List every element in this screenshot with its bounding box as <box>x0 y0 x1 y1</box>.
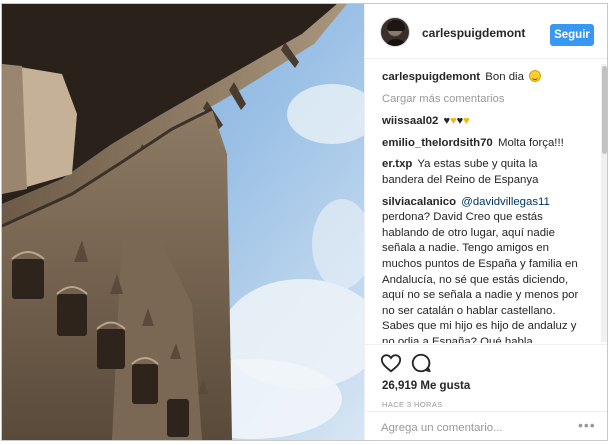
comment-mention[interactable]: @davidvillegas11 <box>461 196 550 208</box>
comment-username[interactable]: er.txp <box>382 158 412 170</box>
caption: carlespuigdemont Bon dia <box>382 70 582 86</box>
smile-emoji-icon <box>529 70 542 82</box>
comments-list[interactable]: carlespuigdemont Bon dia Cargar más come… <box>365 60 601 343</box>
add-comment-bar: ••• <box>365 411 607 440</box>
likes-count[interactable]: 26,919 Me gusta <box>382 380 470 392</box>
comment-text: Molta força!!! <box>497 136 564 149</box>
yellow-heart-icon: ♥ <box>463 115 470 128</box>
ellipsis-icon[interactable]: ••• <box>578 417 596 433</box>
heart-outline-icon[interactable] <box>380 352 402 374</box>
post-timestamp: HACE 3 HORAS <box>382 400 443 409</box>
load-more-comments-link[interactable]: Cargar más comentarios <box>382 92 582 108</box>
comment-text: perdona? David Creo que estás hablando d… <box>382 211 579 343</box>
comment-item: wiissaal02 ♥♥♥♥ <box>382 114 582 130</box>
post-actions: 26,919 Me gusta HACE 3 HORAS ••• <box>365 344 607 440</box>
comment-bubble-icon[interactable] <box>410 352 432 374</box>
scrollbar-thumb[interactable] <box>602 66 607 154</box>
post-photo[interactable] <box>2 4 364 440</box>
instagram-post-window: carlespuigdemont Seguir carlespuigdemont… <box>1 3 608 441</box>
follow-button[interactable]: Seguir <box>550 24 594 46</box>
avatar[interactable] <box>380 17 410 47</box>
comment-item: emilio_thelordsith70 Molta força!!! <box>382 136 582 152</box>
comment-username[interactable]: wiissaal02 <box>382 115 438 127</box>
post-header: carlespuigdemont Seguir <box>365 4 607 59</box>
gothic-building-sky-image <box>2 4 364 440</box>
comment-username[interactable]: silviacalanico <box>382 196 456 208</box>
heart-emojis: ♥♥♥♥ <box>444 115 470 127</box>
add-comment-input[interactable] <box>381 419 571 437</box>
comment-item: er.txp Ya estas sube y quita la bandera … <box>382 157 582 188</box>
comments-scrollbar[interactable] <box>601 64 607 342</box>
caption-text: Bon dia <box>485 71 524 83</box>
header-username[interactable]: carlespuigdemont <box>422 26 525 40</box>
post-side-panel: carlespuigdemont Seguir carlespuigdemont… <box>364 4 607 440</box>
comment-item: silviacalanico @davidvillegas11 perdona?… <box>382 195 582 343</box>
caption-username[interactable]: carlespuigdemont <box>382 71 480 83</box>
comment-username[interactable]: emilio_thelordsith70 <box>382 137 493 149</box>
